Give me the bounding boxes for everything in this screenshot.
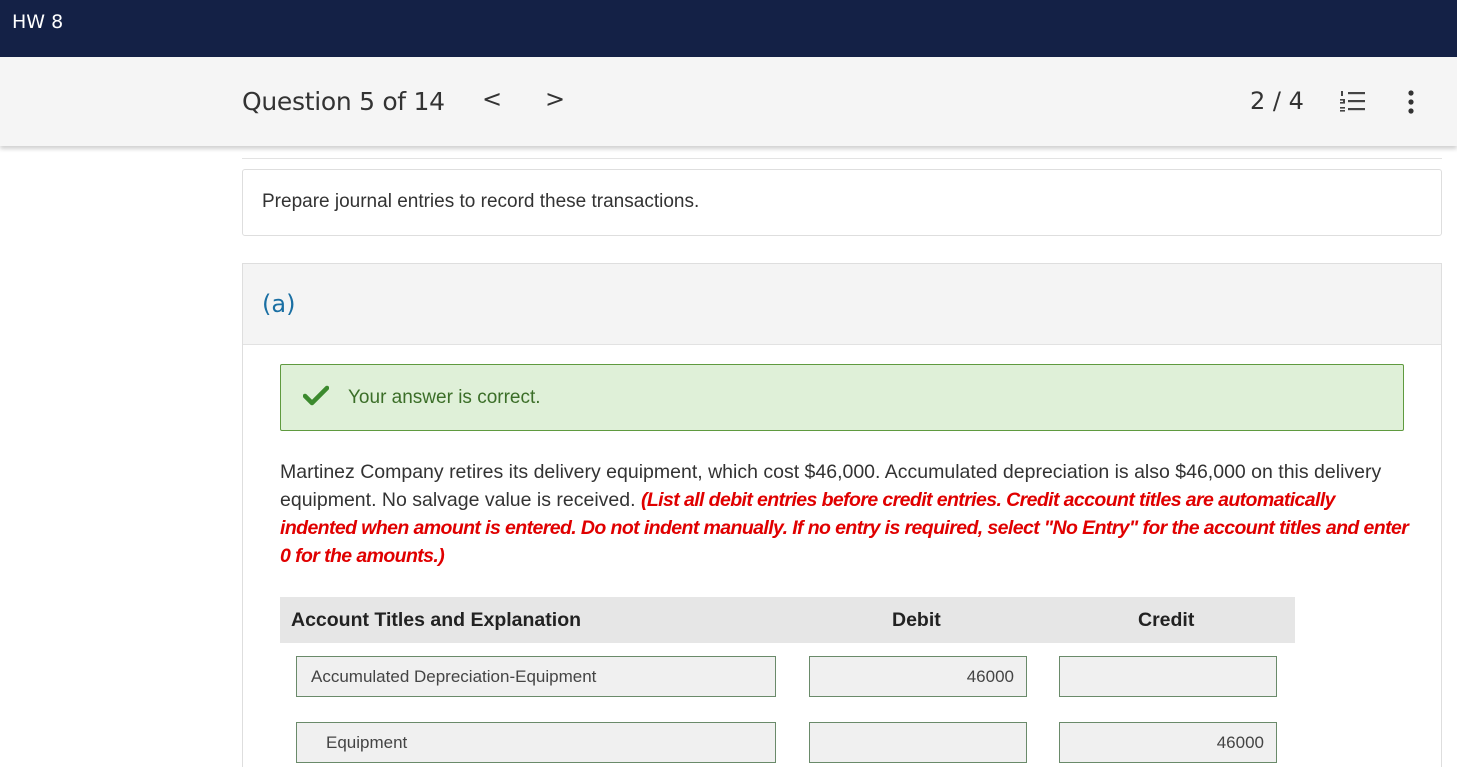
- part-card: (a) Your answer is correct. Martinez Com…: [242, 263, 1442, 767]
- credit-field[interactable]: 46000: [1059, 722, 1277, 763]
- chevron-right-icon[interactable]: >: [545, 85, 565, 113]
- header-debit: Debit: [892, 609, 941, 631]
- header-account: Account Titles and Explanation: [291, 609, 582, 631]
- attempt-progress: 2 / 4: [1250, 87, 1304, 115]
- debit-field[interactable]: [809, 722, 1027, 763]
- question-prompt-card: Prepare journal entries to record these …: [242, 169, 1442, 236]
- numbered-list-icon[interactable]: [1339, 90, 1365, 112]
- more-vertical-icon[interactable]: [1404, 89, 1418, 115]
- journal-table-header: Account Titles and Explanation Debit Cre…: [280, 597, 1295, 643]
- part-label: (a): [262, 290, 296, 318]
- top-bar: HW 8: [0, 0, 1457, 57]
- account-title-value: Equipment: [326, 733, 408, 752]
- feedback-text: Your answer is correct.: [348, 387, 541, 408]
- divider: [242, 158, 1442, 159]
- question-nav-bar: Question 5 of 14 < > 2 / 4: [0, 57, 1457, 146]
- debit-value: 46000: [966, 667, 1014, 686]
- question-prompt: Prepare journal entries to record these …: [262, 191, 700, 212]
- question-counter: Question 5 of 14: [242, 87, 445, 116]
- credit-value: 46000: [1216, 733, 1264, 752]
- account-title-field[interactable]: Equipment: [296, 722, 776, 763]
- chevron-left-icon[interactable]: <: [482, 85, 502, 113]
- debit-field[interactable]: 46000: [809, 656, 1027, 697]
- part-header: (a): [243, 264, 1441, 345]
- account-title-field[interactable]: Accumulated Depreciation-Equipment: [296, 656, 776, 697]
- checkmark-icon: [303, 385, 329, 406]
- header-credit: Credit: [1138, 609, 1195, 631]
- correct-answer-banner: Your answer is correct.: [280, 364, 1404, 431]
- credit-field[interactable]: [1059, 656, 1277, 697]
- account-title-value: Accumulated Depreciation-Equipment: [311, 667, 597, 686]
- problem-statement: Martinez Company retires its delivery eq…: [280, 458, 1410, 570]
- assignment-title: HW 8: [12, 11, 64, 33]
